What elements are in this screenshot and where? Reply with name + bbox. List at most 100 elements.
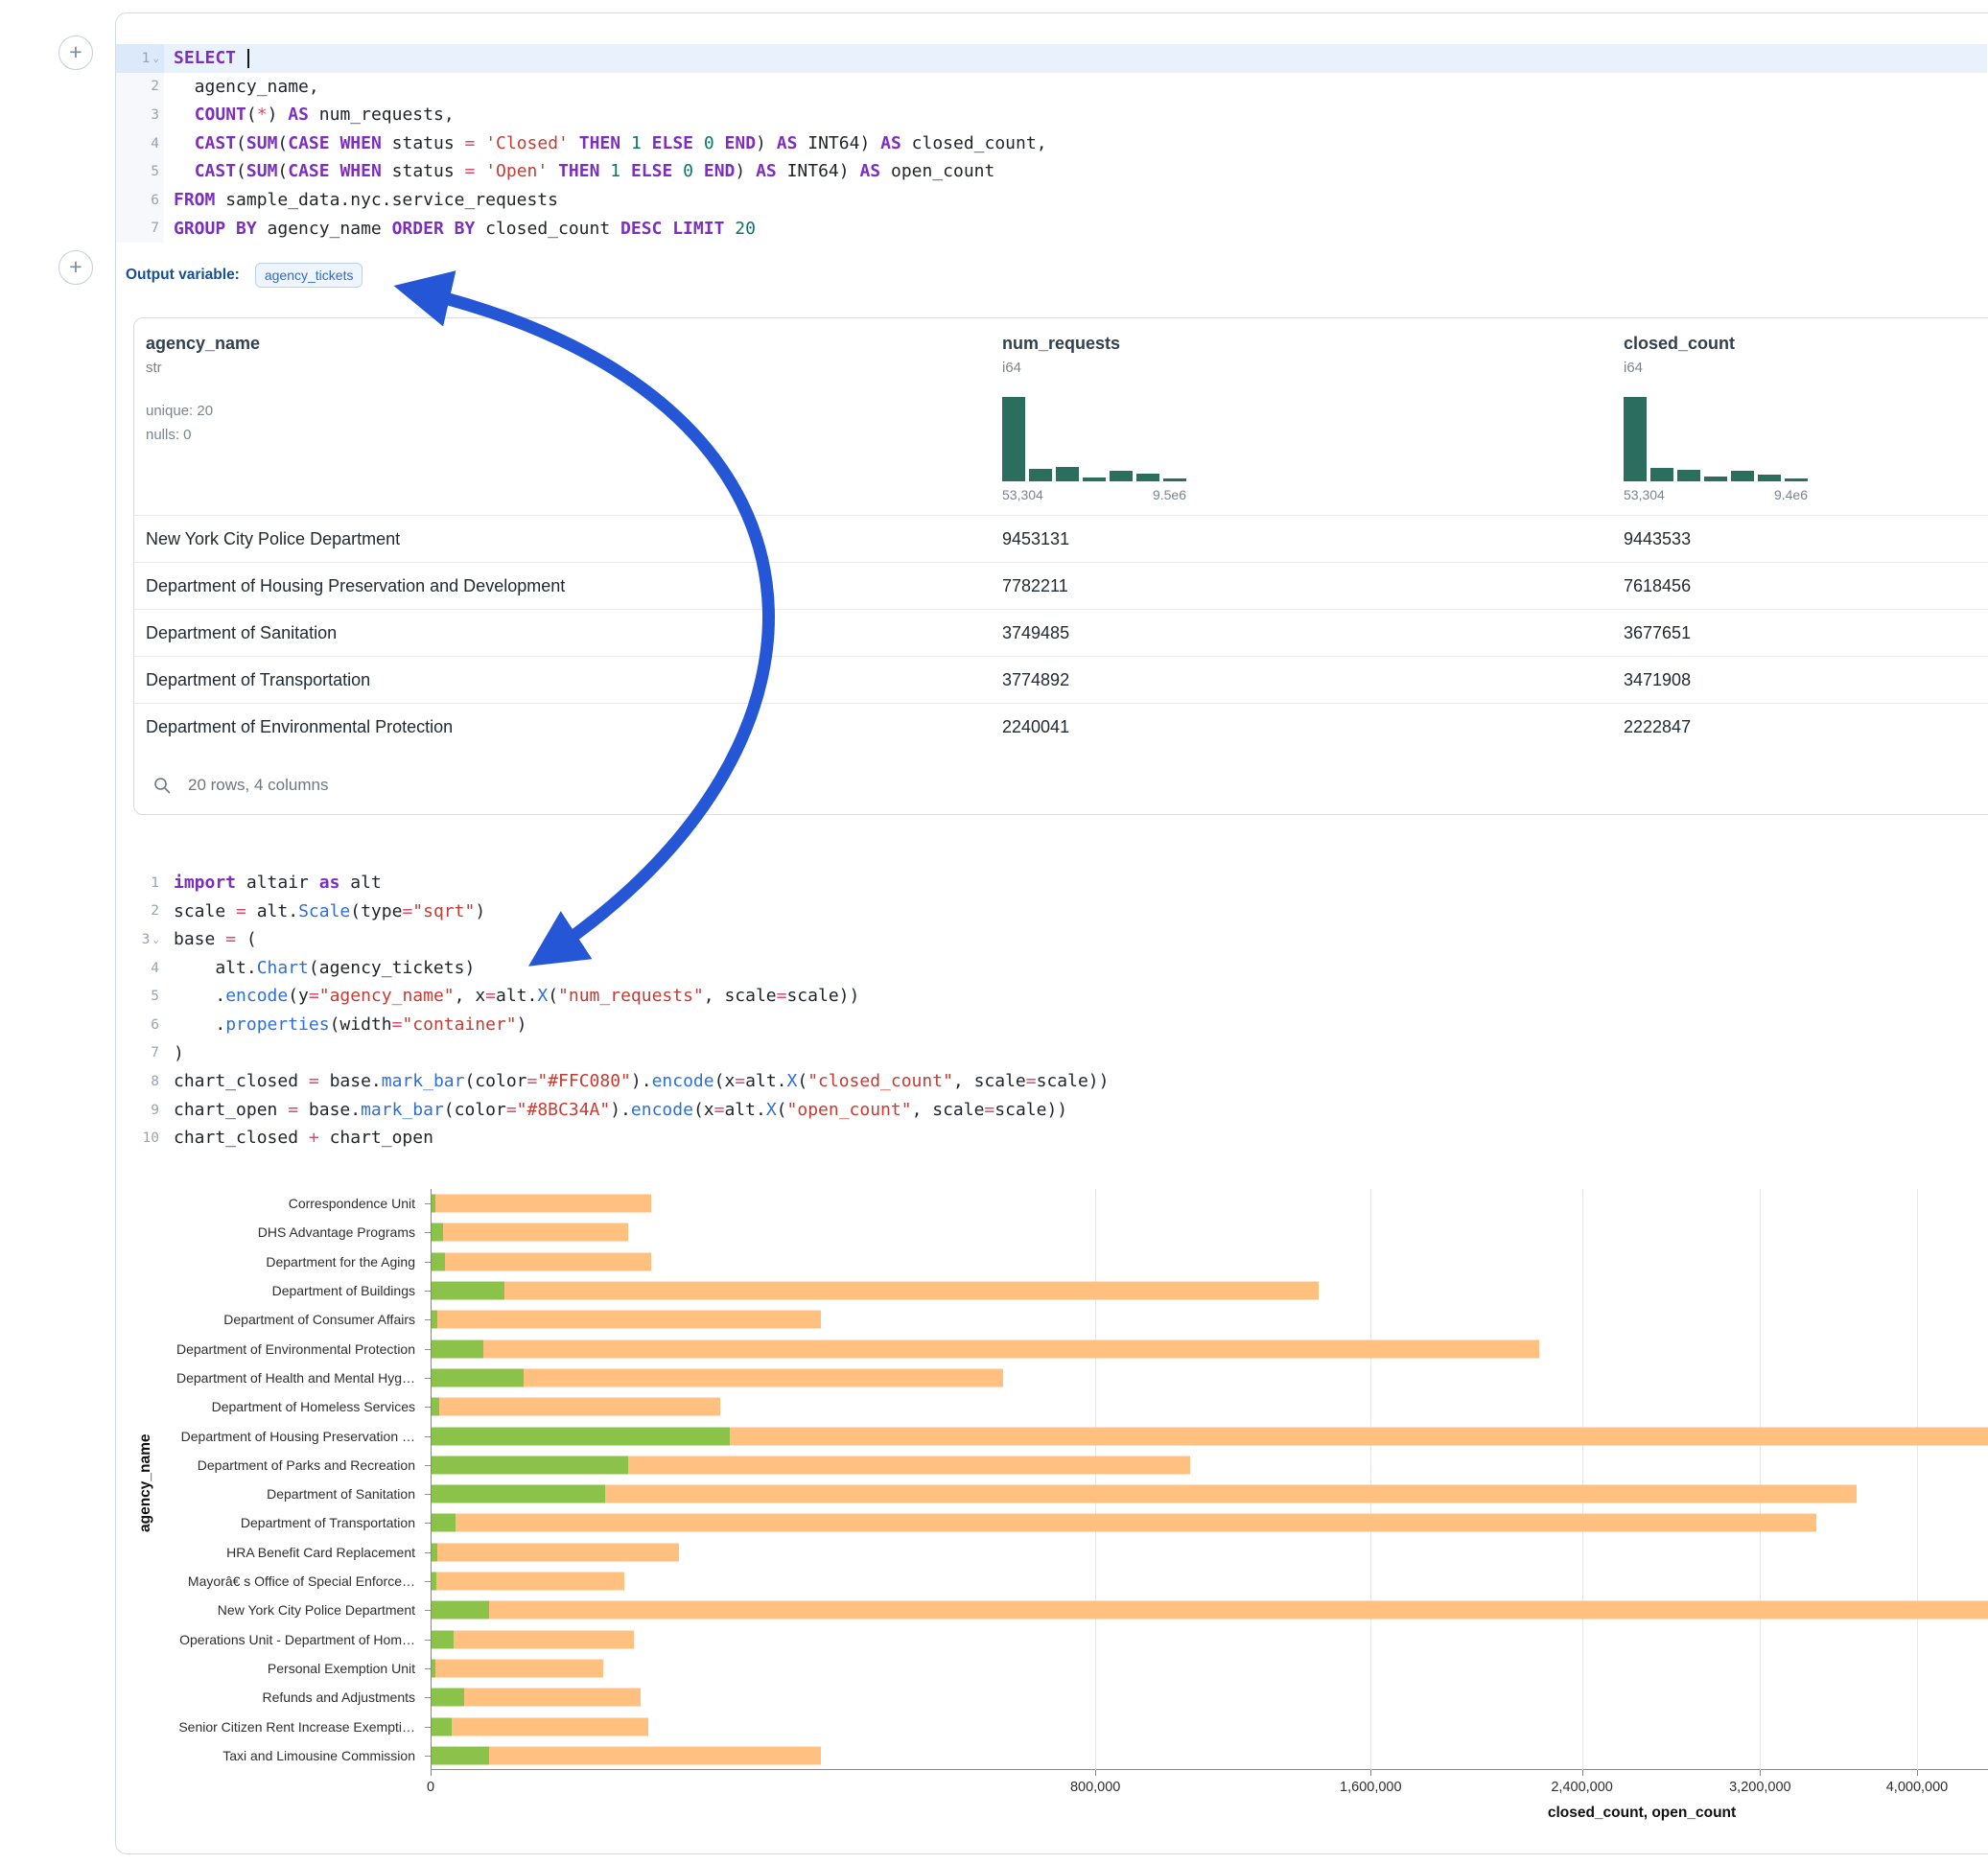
closed_count-bar [432, 1630, 634, 1648]
line-number: 7 [116, 215, 164, 244]
column-header-num-requests[interactable]: num_requests i64 [1002, 334, 1120, 376]
y-axis-labels: Correspondence UnitDHS Advantage Program… [116, 1189, 425, 1770]
closed_count-bar [432, 1311, 821, 1329]
open_count-bar [432, 1195, 435, 1213]
open_count-bar [432, 1427, 730, 1445]
bar-group [431, 1392, 1988, 1421]
histogram-range: 53,3049.4e6 [1624, 487, 1808, 502]
code-line[interactable]: 8chart_closed = base.mark_bar(color="#FF… [116, 1067, 1987, 1096]
code-line[interactable]: 5 CAST(SUM(CASE WHEN status = 'Open' THE… [116, 157, 1987, 186]
code-line[interactable]: 7GROUP BY agency_name ORDER BY closed_co… [116, 215, 1987, 244]
bar-group [431, 1654, 1988, 1683]
axis-tick [431, 1770, 432, 1776]
code-text: GROUP BY agency_name ORDER BY closed_cou… [164, 215, 1987, 244]
axis-tick [1917, 1770, 1918, 1776]
code-line[interactable]: 3⌄base = ( [116, 925, 1987, 954]
line-number: 1⌄ [116, 44, 164, 73]
code-line[interactable]: 6FROM sample_data.nyc.service_requests [116, 186, 1987, 215]
open_count-bar [432, 1311, 437, 1329]
bar-group [431, 1363, 1988, 1392]
column-header-closed-count[interactable]: closed_count i64 [1624, 334, 1735, 376]
output-variable-chip[interactable]: agency_tickets [255, 263, 363, 288]
bar-group [431, 1451, 1988, 1480]
code-line[interactable]: 7) [116, 1039, 1987, 1068]
closed_count-bar [432, 1514, 1816, 1532]
code-line[interactable]: 5 .encode(y="agency_name", x=alt.X("num_… [116, 982, 1987, 1011]
code-line[interactable]: 1⌄SELECT [116, 44, 1987, 73]
line-number: 9 [116, 1096, 164, 1125]
histogram-bar [1704, 477, 1727, 481]
line-number: 5 [116, 982, 164, 1011]
line-number: 6 [116, 1011, 164, 1039]
open_count-bar [432, 1223, 443, 1242]
axis-tick [1095, 1770, 1096, 1776]
open_count-bar [432, 1398, 439, 1416]
code-line[interactable]: 6 .properties(width="container") [116, 1011, 1987, 1039]
code-line[interactable]: 2scale = alt.Scale(type="sqrt") [116, 897, 1987, 926]
add-cell-button[interactable]: + [58, 35, 93, 70]
table-row[interactable]: Department of Environmental Protection22… [134, 703, 1988, 750]
category-label: Department of Transportation [116, 1508, 415, 1537]
category-label: Correspondence Unit [116, 1189, 415, 1218]
table-row[interactable]: Department of Housing Preservation and D… [134, 562, 1988, 609]
chevron-down-icon[interactable]: ⌄ [152, 933, 159, 945]
category-label: Refunds and Adjustments [116, 1683, 415, 1712]
axis-tick-label: 2,400,000 [1551, 1780, 1613, 1795]
bar-group [431, 1508, 1988, 1537]
bar-group [431, 1480, 1988, 1508]
line-number: 8 [116, 1067, 164, 1096]
closed_count-bar [432, 1223, 628, 1242]
code-text: CAST(SUM(CASE WHEN status = 'Open' THEN … [164, 157, 1987, 186]
table-cell: 7782211 [1002, 576, 1624, 596]
code-line[interactable]: 4 CAST(SUM(CASE WHEN status = 'Closed' T… [116, 129, 1987, 158]
code-line[interactable]: 9chart_open = base.mark_bar(color="#8BC3… [116, 1096, 1987, 1125]
bar-group [431, 1247, 1988, 1276]
column-histogram [1624, 397, 1808, 481]
histogram-bar [1650, 468, 1673, 481]
table-cell: 3749485 [1002, 623, 1624, 643]
open_count-bar [432, 1659, 435, 1677]
line-number: 2 [116, 897, 164, 926]
bar-group [431, 1683, 1988, 1712]
table-cell: 2240041 [1002, 717, 1624, 737]
column-header-agency-name[interactable]: agency_name str [146, 334, 260, 376]
code-line[interactable]: 3 COUNT(*) AS num_requests, [116, 101, 1987, 129]
category-label: Department of Housing Preservation … [116, 1421, 415, 1450]
category-label: Operations Unit - Department of Hom… [116, 1625, 415, 1654]
code-line[interactable]: 1import altair as alt [116, 869, 1987, 897]
results-table: agency_name str unique: 20 nulls: 0 num_… [133, 317, 1988, 815]
open_count-bar [432, 1340, 483, 1358]
table-cell: Department of Sanitation [146, 623, 1002, 643]
search-icon[interactable] [152, 776, 172, 795]
code-text: chart_open = base.mark_bar(color="#8BC34… [164, 1096, 1987, 1125]
table-row[interactable]: Department of Transportation377489234719… [134, 656, 1988, 703]
code-text: .encode(y="agency_name", x=alt.X("num_re… [164, 982, 1987, 1011]
chevron-down-icon[interactable]: ⌄ [152, 52, 159, 64]
line-number: 2 [116, 73, 164, 102]
code-line[interactable]: 10chart_closed + chart_open [116, 1124, 1987, 1153]
table-footer: 20 rows, 4 columns [134, 755, 328, 815]
category-label: New York City Police Department [116, 1596, 415, 1624]
sql-editor[interactable]: 1⌄SELECT 2 agency_name,3 COUNT(*) AS num… [116, 44, 1987, 243]
table-row[interactable]: Department of Sanitation37494853677651 [134, 609, 1988, 656]
bar-group [431, 1596, 1988, 1624]
bar-group [431, 1218, 1988, 1247]
histogram-bar [1136, 474, 1159, 481]
code-line[interactable]: 4 alt.Chart(agency_tickets) [116, 954, 1987, 983]
code-text: agency_name, [164, 73, 1987, 102]
open_count-bar [432, 1717, 452, 1736]
add-cell-button[interactable]: + [58, 250, 93, 285]
histogram-bar [1624, 397, 1647, 481]
closed_count-bar [432, 1717, 648, 1736]
table-row[interactable]: New York City Police Department945313194… [134, 515, 1988, 562]
table-cell: 7618456 [1624, 576, 1988, 596]
category-label: Department of Sanitation [116, 1480, 415, 1508]
bar-group [431, 1276, 1988, 1305]
histogram-bar [1677, 470, 1700, 481]
category-label: Department of Health and Mental Hyg… [116, 1363, 415, 1392]
line-number: 3 [116, 101, 164, 129]
column-stats: unique: 20 nulls: 0 [146, 399, 213, 447]
code-text: COUNT(*) AS num_requests, [164, 101, 1987, 129]
python-editor[interactable]: 1import altair as alt2scale = alt.Scale(… [116, 869, 1987, 1153]
code-line[interactable]: 2 agency_name, [116, 73, 1987, 102]
